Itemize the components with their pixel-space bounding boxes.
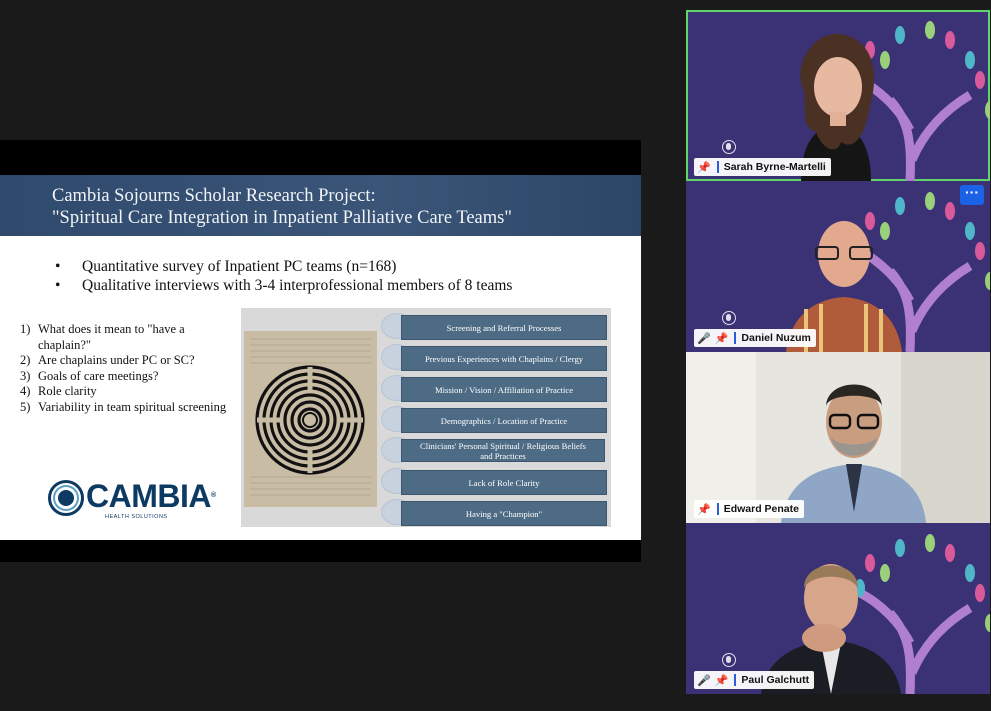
question-list: 1) What does it mean to "have a chaplain?…	[20, 322, 230, 415]
slide-title: Cambia Sojourns Scholar Research Project…	[52, 185, 512, 229]
factor-label: Mission / Vision / Affiliation of Practi…	[401, 377, 607, 402]
more-options-icon[interactable]: ···	[960, 185, 984, 205]
participant-tile[interactable]: 🎤 📌 Paul Galchutt	[686, 523, 990, 694]
factor-label: Previous Experiences with Chaplains / Cl…	[401, 346, 607, 371]
factor-label: Screening and Referral Processes	[401, 315, 607, 340]
question-text: Role clarity	[38, 384, 97, 398]
factor-label: Lack of Role Clarity	[401, 470, 607, 495]
participant-name: Edward Penate	[723, 503, 799, 515]
factor-row: Lack of Role Clarity	[381, 468, 607, 495]
factor-label: Having a "Champion"	[401, 501, 607, 526]
question-number: 2)	[20, 353, 31, 367]
question-text: Are chaplains under PC or SC?	[38, 353, 195, 367]
participant-name: Paul Galchutt	[741, 674, 810, 686]
audio-icon	[722, 140, 736, 154]
factor-row: Previous Experiences with Chaplains / Cl…	[381, 344, 607, 371]
pin-icon[interactable]: 📌	[697, 161, 711, 174]
factor-label: Demographics / Location of Practice	[401, 408, 607, 433]
participant-name: Daniel Nuzum	[741, 332, 811, 344]
audio-icon	[722, 311, 736, 325]
bullet-item: Qualitative interviews with 3-4 interpro…	[55, 276, 512, 295]
logo-subtitle: HEALTH SOLUTIONS	[105, 514, 168, 520]
participant-name-tag: 📌 Sarah Byrne-Martelli	[694, 158, 831, 176]
factor-row: Mission / Vision / Affiliation of Practi…	[381, 375, 607, 402]
question-number: 1)	[20, 322, 31, 336]
pin-icon[interactable]: 📌	[697, 503, 711, 516]
factor-row: Clinicians' Personal Spiritual / Religio…	[381, 437, 607, 463]
participant-video	[686, 352, 990, 523]
presentation-slide: Cambia Sojourns Scholar Research Project…	[0, 175, 641, 540]
participant-name-tag: 🎤 📌 Daniel Nuzum	[694, 329, 816, 347]
participant-tile[interactable]: 📌 Sarah Byrne-Martelli	[686, 10, 990, 181]
logo-wordmark: CAMBIA®	[86, 478, 216, 514]
audio-icon	[722, 653, 736, 667]
slide-title-line1: Cambia Sojourns Scholar Research Project…	[52, 186, 376, 206]
labyrinth-image	[244, 331, 377, 507]
participant-name: Sarah Byrne-Martelli	[723, 161, 826, 173]
question-item: 1) What does it mean to "have a chaplain?…	[20, 322, 230, 353]
question-text: Goals of care meetings?	[38, 368, 159, 383]
factor-label: Clinicians' Personal Spiritual / Religio…	[401, 439, 605, 462]
participant-tile[interactable]: 📌 Edward Penate	[686, 352, 990, 523]
factor-row: Screening and Referral Processes	[381, 313, 607, 340]
slide-title-line2: "Spiritual Care Integration in Inpatient…	[52, 208, 512, 228]
participant-tile[interactable]: ··· 🎤 📌 Daniel Nuzum	[686, 181, 990, 352]
factor-row: Having a "Champion"	[381, 499, 607, 526]
question-number: 5)	[20, 399, 31, 414]
question-text: Variability in team spiritual screening	[38, 399, 227, 414]
question-number: 4)	[20, 384, 31, 398]
cambia-logo-mark-icon	[48, 480, 84, 516]
participant-name-tag: 📌 Edward Penate	[694, 500, 804, 518]
question-item: 4) Role clarity	[20, 384, 230, 400]
factors-graphic: Screening and Referral Processes Previou…	[241, 308, 611, 527]
bullet-list: Quantitative survey of Inpatient PC team…	[55, 257, 512, 295]
mic-off-icon: 🎤	[697, 332, 711, 345]
question-item: 2) Are chaplains under PC or SC?	[20, 353, 230, 369]
pin-icon[interactable]: 📌	[715, 674, 729, 687]
cambia-logo: CAMBIA® HEALTH SOLUTIONS	[48, 478, 216, 524]
question-item: 3) Goals of care meetings?	[20, 369, 230, 385]
bullet-item: Quantitative survey of Inpatient PC team…	[55, 257, 512, 276]
factor-row: Demographics / Location of Practice	[381, 406, 607, 433]
pin-icon[interactable]: 📌	[715, 332, 729, 345]
question-item: 5) Variability in team spiritual screenin…	[20, 400, 230, 416]
slide-header: Cambia Sojourns Scholar Research Project…	[0, 175, 641, 236]
question-text: What does it mean to "have a chaplain?"	[38, 322, 185, 352]
mic-off-icon: 🎤	[697, 674, 711, 687]
question-number: 3)	[20, 368, 31, 383]
participant-name-tag: 🎤 📌 Paul Galchutt	[694, 671, 815, 689]
